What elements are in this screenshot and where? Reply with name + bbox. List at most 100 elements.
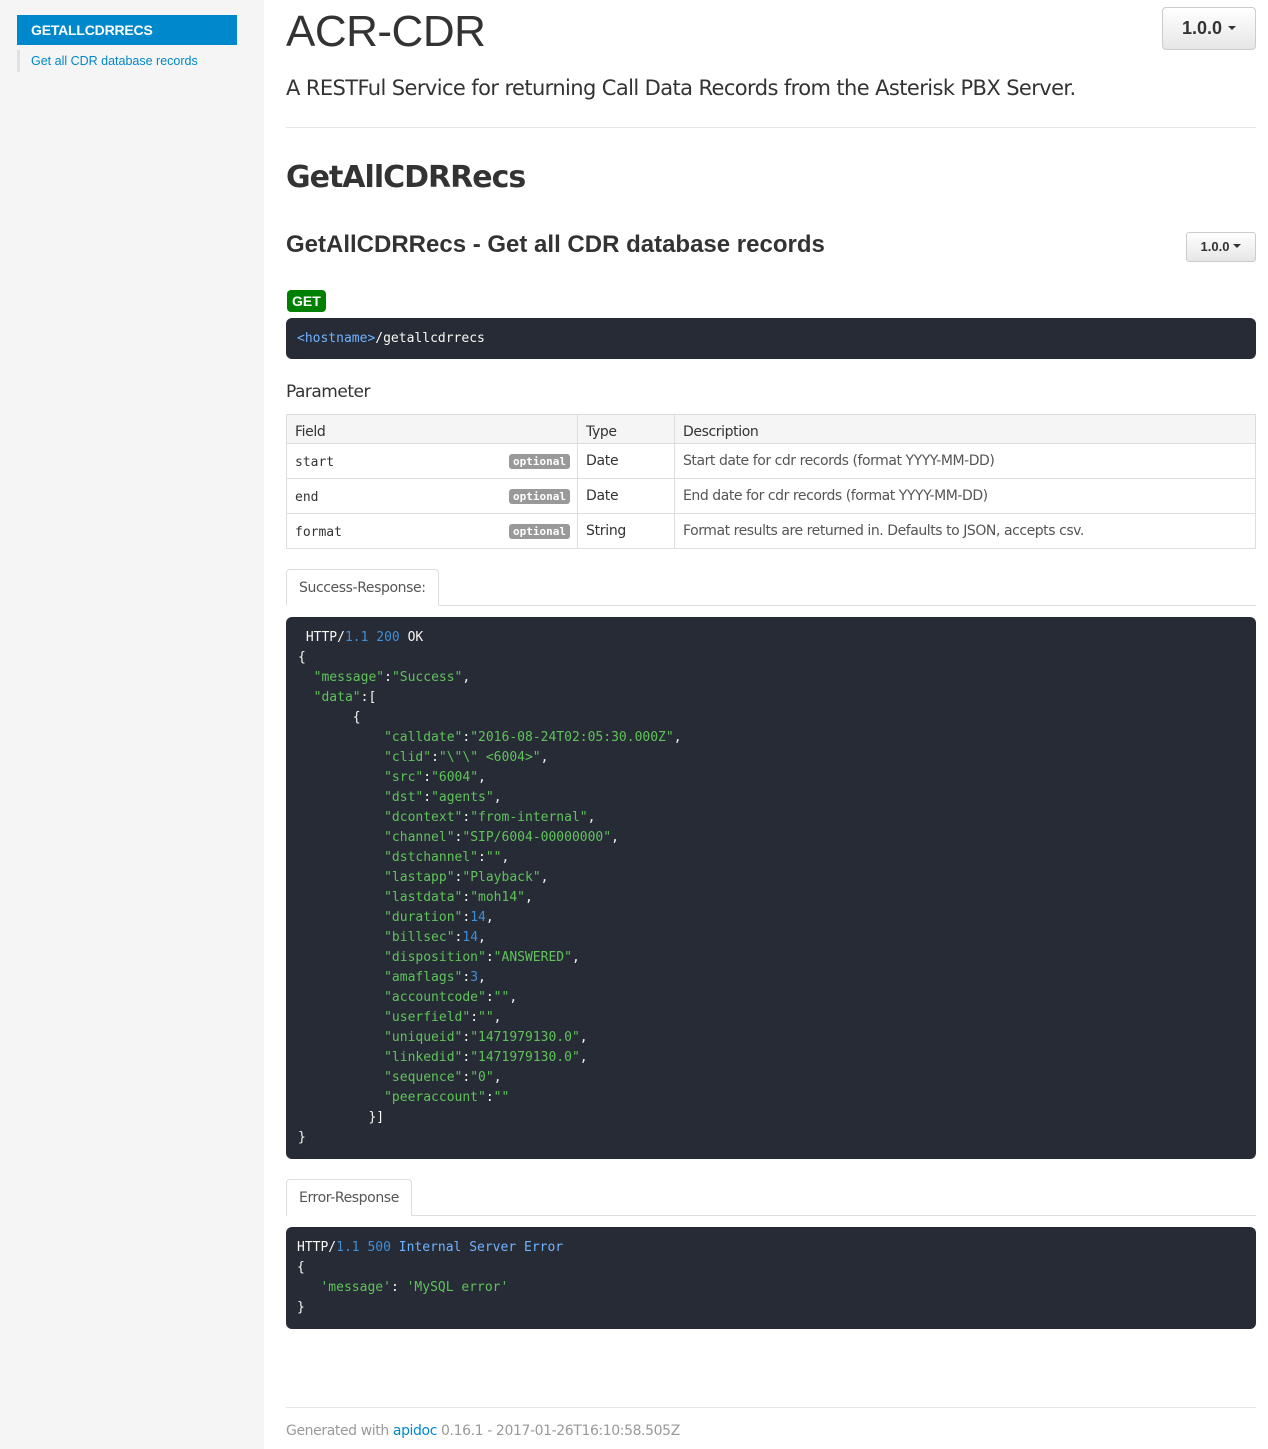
project-description: A RESTFul Service for returning Call Dat…	[286, 76, 1076, 100]
success-response-code: HTTP/1.1 200 OK { "message":"Success", "…	[286, 617, 1256, 1159]
code-token: OK	[407, 630, 424, 645]
code-token: HTTP/	[305, 630, 345, 645]
code-key: "accountcode"	[384, 990, 486, 1005]
tab-divider	[286, 1215, 1256, 1216]
code-token: HTTP/	[297, 1240, 337, 1255]
code-value: "ANSWERED"	[493, 950, 572, 965]
code-value: "\"\" <6004>"	[438, 750, 541, 765]
description-cell: Start date for cdr records (format YYYY-…	[674, 443, 1256, 479]
table-header-row: Field Type Description	[286, 414, 1256, 444]
code-token: 500	[367, 1240, 391, 1255]
field-name: format	[295, 524, 342, 540]
code-key: "clid"	[384, 750, 432, 765]
code-token: 200	[376, 630, 400, 645]
code-value: "2016-08-24T02:05:30.000Z"	[470, 730, 674, 745]
description-cell: End date for cdr records (format YYYY-MM…	[674, 478, 1256, 514]
code-key: "duration"	[384, 910, 463, 925]
description-cell: Format results are returned in. Defaults…	[674, 513, 1256, 549]
code-key: "data"	[313, 690, 361, 705]
code-key: "amaflags"	[384, 970, 463, 985]
code-value: ""	[493, 990, 510, 1005]
caret-down-icon	[1228, 25, 1237, 30]
code-key: "sequence"	[384, 1070, 463, 1085]
optional-badge: optional	[509, 524, 570, 539]
code-value: "agents"	[431, 790, 494, 805]
code-value: ""	[485, 850, 502, 865]
code-value: 14	[462, 930, 479, 945]
code-key: "calldate"	[384, 730, 463, 745]
apidoc-link[interactable]: apidoc	[393, 1423, 438, 1439]
field-cell: start optional	[286, 443, 578, 479]
cdr-field-list: "calldate":"2016-08-24T02:05:30.000Z", "…	[384, 730, 682, 1105]
code-key: "lastapp"	[384, 870, 455, 885]
optional-badge: optional	[509, 454, 570, 469]
code-value: "1471979130.0"	[470, 1050, 580, 1065]
code-key: "src"	[384, 770, 424, 785]
code-key: "uniqueid"	[384, 1030, 463, 1045]
code-key: "dst"	[384, 790, 424, 805]
column-header-description: Description	[674, 414, 1256, 444]
type-cell: Date	[577, 478, 675, 514]
sidebar-group-header[interactable]: GETALLCDRRECS	[17, 15, 237, 45]
tab-error-response[interactable]: Error-Response	[286, 1179, 412, 1216]
caret-down-icon	[1233, 244, 1242, 249]
table-row: end optional Date End date for cdr record…	[286, 478, 1256, 514]
footer-prefix: Generated with	[286, 1423, 393, 1439]
parameter-heading: Parameter	[286, 382, 370, 402]
http-method-badge: GET	[287, 290, 326, 312]
article-version-dropdown-button[interactable]: 1.0.0	[1186, 232, 1256, 262]
code-value: "Success"	[391, 670, 463, 685]
column-header-type: Type	[577, 414, 675, 444]
code-token: 1.1	[344, 630, 369, 645]
code-key: "dcontext"	[384, 810, 463, 825]
code-value: "0"	[470, 1070, 494, 1085]
code-key: 'message'	[320, 1280, 391, 1295]
code-key: "message"	[313, 670, 385, 685]
group-title: GetAllCDRRecs	[286, 160, 526, 195]
code-token: 1.1	[336, 1240, 360, 1255]
footer-suffix: 0.16.1 - 2017-01-26T16:10:58.505Z	[437, 1423, 680, 1439]
code-value: "SIP/6004-00000000"	[462, 830, 612, 845]
field-cell: format optional	[286, 513, 578, 549]
tab-success-response[interactable]: Success-Response:	[286, 569, 439, 606]
code-value: "1471979130.0"	[470, 1030, 580, 1045]
code-key: "disposition"	[384, 950, 486, 965]
optional-badge: optional	[509, 489, 570, 504]
table-row: format optional String Format results are…	[286, 513, 1256, 549]
type-cell: Date	[577, 443, 675, 479]
code-key: "dstchannel"	[384, 850, 479, 865]
error-response-code: HTTP/1.1 500 Internal Server Error { 'me…	[286, 1227, 1256, 1329]
field-cell: end optional	[286, 478, 578, 514]
code-token: Internal Server Error	[398, 1240, 564, 1255]
code-key: "channel"	[384, 830, 455, 845]
code-key: "peeraccount"	[384, 1090, 486, 1105]
code-value: 'MySQL error'	[406, 1280, 509, 1295]
code-value: "Playback"	[462, 870, 541, 885]
code-key: "lastdata"	[384, 890, 463, 905]
table-row: start optional Date Start date for cdr re…	[286, 443, 1256, 479]
article-title: GetAllCDRRecs - Get all CDR database rec…	[286, 231, 825, 258]
code-value: ""	[493, 1090, 510, 1105]
field-name: start	[295, 454, 335, 470]
parameter-table: Field Type Description start optional Dat…	[286, 414, 1256, 549]
version-label: 1.0.0	[1181, 18, 1223, 38]
endpoint-url: <hostname>/getallcdrrecs	[286, 318, 1256, 359]
type-cell: String	[577, 513, 675, 549]
code-key: "billsec"	[384, 930, 455, 945]
code-value: "from-internal"	[470, 810, 588, 825]
code-value: "moh14"	[470, 890, 525, 905]
endpoint-path: /getallcdrrecs	[375, 331, 485, 346]
version-dropdown-button[interactable]: 1.0.0	[1162, 7, 1256, 50]
footer: Generated with apidoc 0.16.1 - 2017-01-2…	[286, 1421, 680, 1441]
divider	[286, 127, 1256, 128]
sidebar-item-get-all-cdr[interactable]: Get all CDR database records	[17, 50, 237, 72]
footer-divider	[286, 1407, 1256, 1408]
code-key: "userfield"	[384, 1010, 471, 1025]
sidebar: GETALLCDRRECS Get all CDR database recor…	[0, 0, 264, 1449]
article-version-label: 1.0.0	[1200, 239, 1230, 254]
column-header-field: Field	[286, 414, 578, 444]
code-value: ""	[478, 1010, 494, 1025]
code-value: 14	[470, 910, 486, 925]
endpoint-host: <hostname>	[297, 331, 376, 346]
code-value: 3	[470, 970, 479, 985]
